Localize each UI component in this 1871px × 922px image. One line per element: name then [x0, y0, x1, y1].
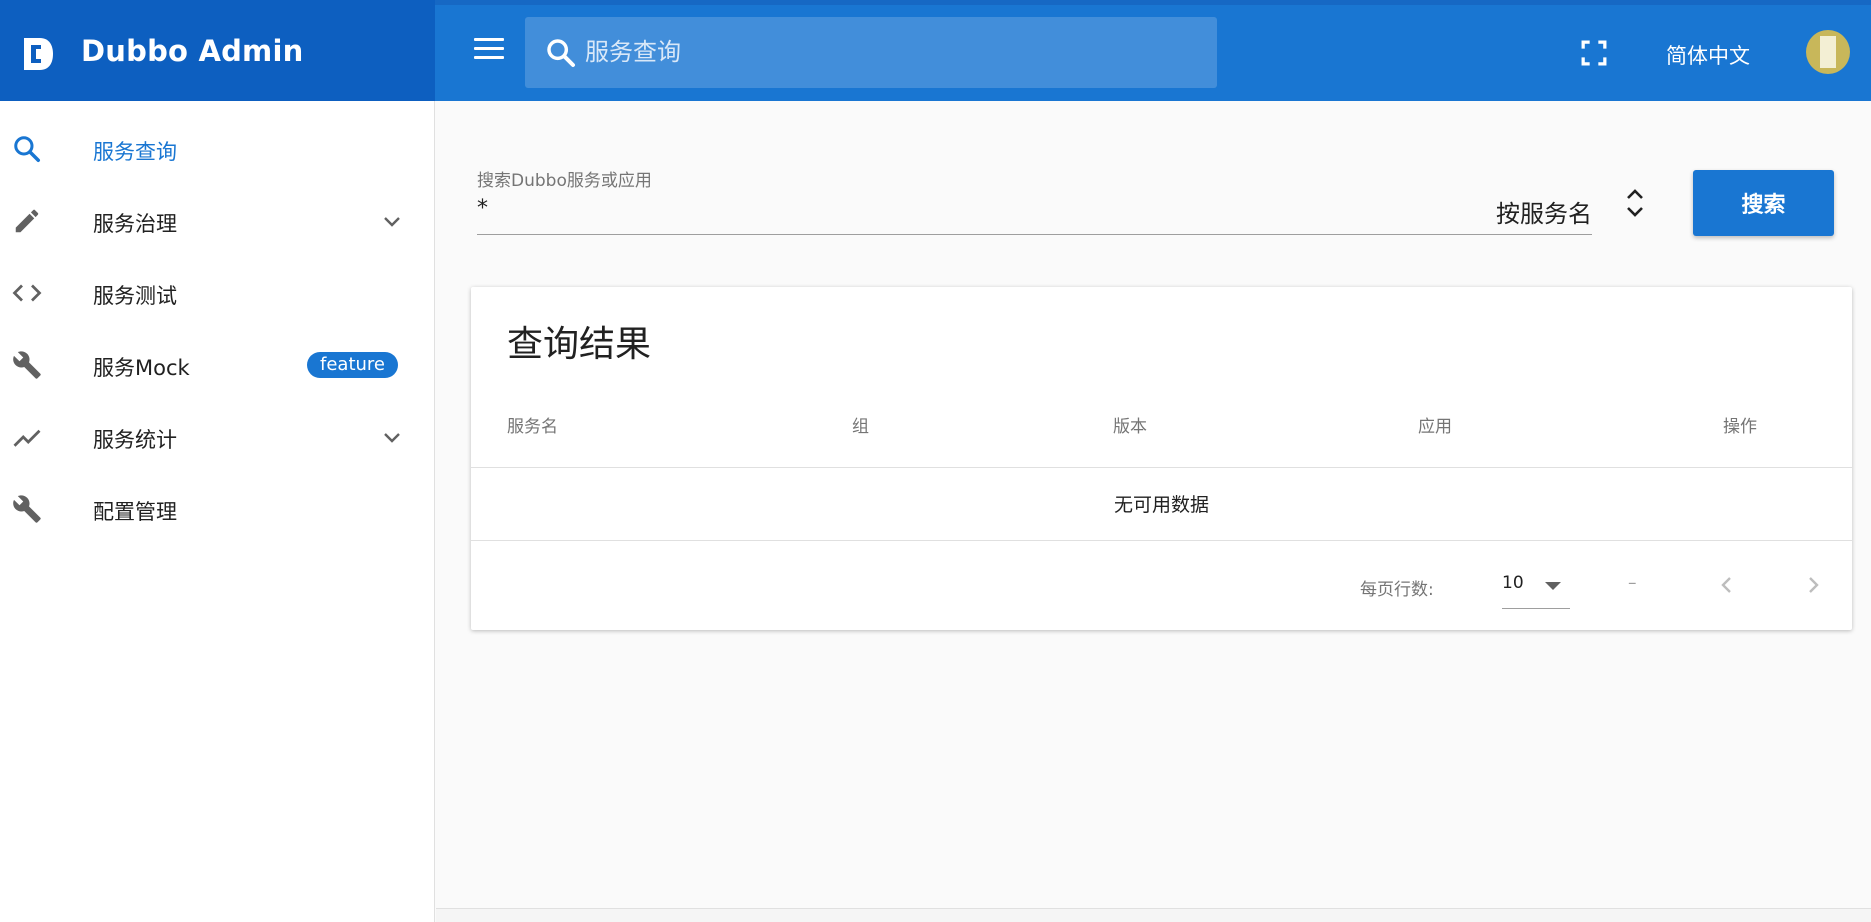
pagination-range: –: [1628, 573, 1637, 593]
wrench-icon: [13, 495, 41, 523]
search-icon: [14, 136, 40, 162]
user-avatar[interactable]: [1806, 30, 1850, 74]
wrench-icon: [13, 351, 41, 379]
sidebar-item-label: 服务统计: [93, 428, 177, 452]
chevron-down-icon: [384, 433, 400, 443]
search-button[interactable]: 搜索: [1693, 170, 1834, 236]
rows-per-page-label: 每页行数:: [1360, 580, 1434, 600]
sidebar-item-service-query[interactable]: 服务查询: [0, 116, 435, 180]
column-header-service-name[interactable]: 服务名: [507, 412, 558, 437]
search-field-underline: [477, 234, 1592, 235]
trending-line-icon: [13, 429, 41, 447]
brand-area: Dubbo Admin: [0, 0, 435, 101]
sidebar-item-service-mock[interactable]: 服务Mock feature: [0, 332, 435, 396]
chevron-right-icon[interactable]: [1801, 572, 1825, 598]
sidebar-item-label: 服务Mock: [93, 356, 190, 380]
top-search-box: [525, 17, 1217, 88]
pencil-icon: [15, 209, 39, 233]
rows-per-page-value: 10: [1502, 573, 1524, 593]
fullscreen-icon[interactable]: [1581, 40, 1607, 66]
search-field-value[interactable]: *: [477, 196, 488, 221]
search-icon: [547, 39, 575, 67]
app-title: Dubbo Admin: [81, 34, 304, 68]
code-icon: [12, 284, 42, 302]
caret-down-icon: [1545, 582, 1561, 590]
chevron-left-icon[interactable]: [1715, 572, 1739, 598]
sidebar-item-label: 配置管理: [93, 500, 177, 524]
results-title: 查询结果: [507, 324, 652, 365]
results-card: 查询结果 服务名 组 版本 应用 操作 无可用数据 每页行数: 10 –: [471, 287, 1852, 630]
empty-table-message: 无可用数据: [1113, 494, 1209, 516]
chevron-down-icon: [384, 217, 400, 227]
column-header-application[interactable]: 应用: [1418, 412, 1452, 437]
sidebar-item-service-governance[interactable]: 服务治理: [0, 188, 435, 252]
column-header-group[interactable]: 组: [852, 412, 869, 437]
main-bottom-bar: [436, 908, 1871, 922]
column-header-version[interactable]: 版本: [1113, 412, 1147, 437]
top-search-input[interactable]: [585, 31, 1185, 73]
column-header-operation: 操作: [1723, 417, 1757, 437]
sidebar-item-label: 服务查询: [93, 140, 177, 164]
sidebar: 服务查询 服务治理 服务测试 服务Mock feature 服务统计 配置管理: [0, 101, 435, 922]
sidebar-item-service-statistics[interactable]: 服务统计: [0, 404, 435, 468]
feature-badge: feature: [307, 352, 398, 378]
service-search-field[interactable]: 搜索Dubbo服务或应用 * 按服务名: [477, 166, 1592, 236]
table-footer-divider: [471, 540, 1852, 541]
language-switcher[interactable]: 简体中文: [1666, 40, 1750, 70]
unfold-icon[interactable]: [1623, 186, 1647, 220]
sidebar-item-label: 服务治理: [93, 212, 177, 236]
sidebar-item-config-management[interactable]: 配置管理: [0, 476, 435, 540]
sidebar-item-label: 服务测试: [93, 284, 177, 308]
dubbo-logo-icon: [24, 38, 53, 70]
sidebar-item-service-test[interactable]: 服务测试: [0, 260, 435, 324]
hamburger-menu-icon[interactable]: [474, 38, 504, 64]
table-header-divider: [471, 467, 1852, 468]
search-mode-select[interactable]: 按服务名: [1496, 194, 1592, 229]
rows-per-page-select[interactable]: 10: [1502, 570, 1570, 610]
search-field-label: 搜索Dubbo服务或应用: [477, 171, 652, 191]
